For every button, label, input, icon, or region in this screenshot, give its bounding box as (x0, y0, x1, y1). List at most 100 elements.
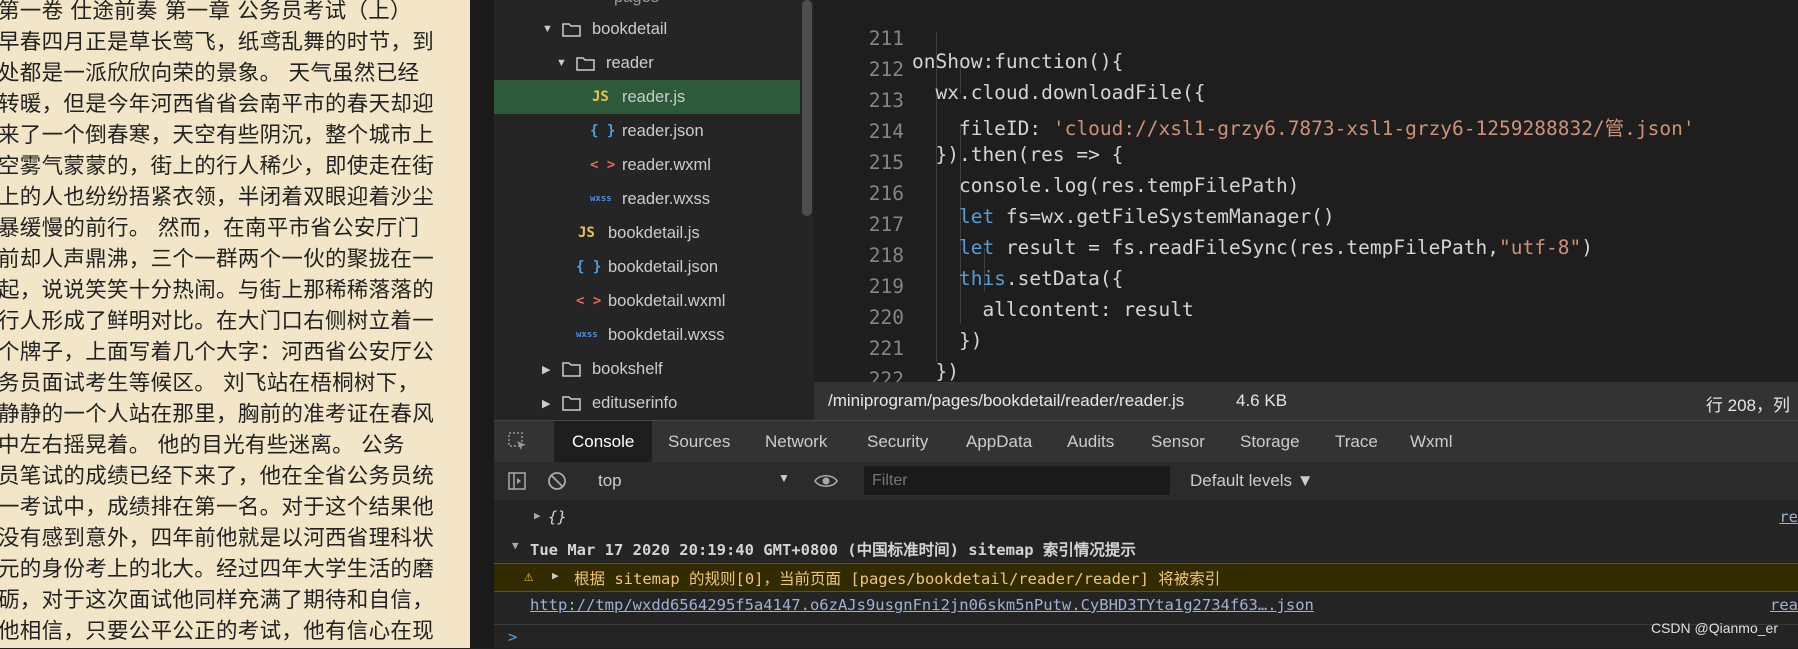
reader-text-line: 上的人也纷纷捂紧衣领，半闭着双眼迎着沙尘 (0, 185, 435, 210)
tab-sensor[interactable]: Sensor (1151, 421, 1205, 463)
console-toolbar: top ▼ Default levels ▼ (494, 462, 1798, 501)
panel-divider[interactable] (470, 0, 494, 648)
reader-text-line: 行人形成了鲜明对比。在大门口右侧树立着一 (0, 309, 435, 334)
console-source-link[interactable]: rea (1770, 596, 1798, 614)
tree-folder-edituserinfo[interactable]: ▶ edituserinfo (494, 386, 800, 420)
code-text: fileID: 'cloud://xsl1-grzy6.7873-xsl1-gr… (912, 112, 1695, 141)
tree-folder-reader[interactable]: ▼ reader (494, 46, 800, 80)
tab-audits[interactable]: Audits (1067, 421, 1114, 463)
tab-appdata[interactable]: AppData (966, 421, 1032, 463)
reader-text-line: 员笔试的成绩已经下来了，他在全省公务员统 (0, 464, 435, 489)
reader-text-line: 暴缓慢的前行。 然而，在南平市省公安厅门 (0, 216, 420, 241)
chevron-right-icon[interactable]: ▶ (542, 397, 550, 410)
code-token: ) (1581, 236, 1593, 259)
code-line: 211 onShow:function(){ (814, 4, 1124, 73)
tree-file-reader-wxml[interactable]: < > reader.wxml (494, 148, 800, 182)
clear-console-icon[interactable] (547, 471, 567, 491)
inspect-element-icon[interactable] (508, 432, 528, 452)
reader-text-line: 空雾气蒙蒙的，街上的行人稀少，即使走在街 (0, 154, 435, 179)
console-group-header[interactable]: ▼ Tue Mar 17 2020 20:19:40 GMT+0800 (中国标… (494, 536, 1798, 562)
code-line: 213 fileID: 'cloud://xsl1-grzy6.7873-xsl… (814, 66, 1695, 140)
tab-network[interactable]: Network (765, 421, 827, 463)
chevron-right-icon[interactable]: ▶ (534, 509, 541, 522)
console-url-link[interactable]: http://tmp/wxdd6564295f5a4147.o6zAJs9usg… (530, 596, 1314, 614)
code-line: 215 console.log(res.tempFilePath) (814, 128, 1300, 197)
reader-text-line: 砺，对于这次面试他同样充满了期待和自信， (0, 588, 435, 613)
console-output[interactable]: ▶ {} re ▼ Tue Mar 17 2020 20:19:40 GMT+0… (494, 500, 1798, 648)
code-text: }) (912, 360, 959, 382)
string-literal: "utf-8" (1499, 236, 1582, 259)
tree-file-bookdetail-js[interactable]: JS bookdetail.js (494, 216, 800, 250)
code-line: 217 let result = fs.readFileSync(res.tem… (814, 190, 1593, 259)
tree-item-label: reader.wxss (622, 189, 711, 208)
console-entry[interactable]: http://tmp/wxdd6564295f5a4147.o6zAJs9usg… (494, 594, 1798, 620)
code-text: console.log(res.tempFilePath) (912, 174, 1300, 197)
chevron-right-icon[interactable]: ▶ (552, 569, 559, 582)
tab-sources[interactable]: Sources (668, 421, 730, 463)
file-tree-scrollbar[interactable] (800, 0, 814, 420)
code-text: }).then(res => { (912, 143, 1124, 166)
tree-item-label: pages (614, 0, 659, 7)
filter-input[interactable] (864, 466, 1170, 495)
console-source-link[interactable]: re (1779, 508, 1798, 526)
tree-folder-bookshelf[interactable]: ▶ bookshelf (494, 352, 800, 386)
console-warning[interactable]: ⚠ ▶ 根据 sitemap 的规则[0]，当前页面 [pages/bookde… (494, 563, 1798, 592)
chevron-down-icon[interactable]: ▼ (542, 23, 553, 35)
console-prompt-row[interactable]: > (494, 624, 1798, 649)
chevron-right-icon[interactable]: ▶ (542, 363, 550, 376)
console-entry[interactable]: ▶ {} re (494, 506, 1798, 532)
warning-text: 根据 sitemap 的规则[0]，当前页面 [pages/bookdetail… (574, 570, 1221, 588)
folder-icon (562, 395, 581, 411)
sidebar-toggle-icon[interactable] (508, 472, 526, 490)
file-tree[interactable]: pages ▼ bookdetail ▼ reader JS reader.js… (494, 0, 800, 420)
tree-item-label: bookdetail.wxml (608, 291, 726, 310)
tree-file-bookdetail-wxml[interactable]: < > bookdetail.wxml (494, 284, 800, 318)
reader-text-line: 来了一个倒春寒，天空有些阴沉，整个城市上 (0, 123, 435, 148)
console-object[interactable]: {} (548, 508, 567, 526)
tab-storage[interactable]: Storage (1240, 421, 1300, 463)
watermark: CSDN @Qianmo_er (1650, 620, 1778, 636)
cursor-position[interactable]: 行 208，列 (1706, 391, 1790, 416)
reader-title-line: 第一卷 仕途前奏 第一章 公务员考试（上） (0, 0, 412, 24)
tab-console[interactable]: Console (554, 421, 653, 463)
keyword-token: this (912, 267, 1006, 290)
wxml-file-icon: < > (576, 293, 602, 309)
reader-panel[interactable]: 第一卷 仕途前奏 第一章 公务员考试（上） 早春四月正是草长莺飞，纸鸢乱舞的时节… (0, 0, 470, 648)
chevron-down-icon[interactable]: ▼ (556, 57, 567, 69)
reader-text-line: 处都是一派欣欣向荣的景象。 天气虽然已经 (0, 61, 420, 86)
code-token: result = fs.readFileSync(res.tempFilePat… (994, 236, 1500, 259)
reader-text-line: 早春四月正是草长莺飞，纸鸢乱舞的时节，到 (0, 30, 435, 55)
editor-status-bar: /miniprogram/pages/bookdetail/reader/rea… (814, 382, 1798, 420)
reader-text-line: 个牌子，上面写着几个大字：河西省公安厅公 (0, 340, 435, 365)
code-line: 221 }) (814, 314, 959, 382)
wxml-file-icon: < > (590, 157, 616, 173)
tab-trace[interactable]: Trace (1335, 421, 1378, 463)
tree-item-label: reader (606, 53, 654, 72)
tree-file-bookdetail-wxss[interactable]: wxss bookdetail.wxss (494, 318, 800, 352)
context-select[interactable]: top (598, 471, 622, 491)
reader-text-line: 转暖，但是今年河西省省会南平市的春天却迎 (0, 92, 435, 117)
tree-file-reader-wxss[interactable]: wxss reader.wxss (494, 182, 800, 216)
reader-text-line: 元的身份考上的北大。经过四年大学生活的磨 (0, 557, 435, 582)
tab-security[interactable]: Security (867, 421, 928, 463)
warning-icon: ⚠ (524, 567, 534, 585)
code-editor[interactable]: 211 onShow:function(){ 212 wx.cloud.down… (814, 0, 1798, 382)
console-prompt-icon: > (508, 628, 518, 646)
chevron-down-icon[interactable]: ▼ (778, 471, 790, 485)
tree-file-reader-js[interactable]: JS reader.js (494, 80, 800, 114)
default-levels-dropdown[interactable]: Default levels ▼ (1190, 471, 1314, 491)
tab-wxml[interactable]: Wxml (1410, 421, 1452, 463)
code-token: fileID: (912, 117, 1053, 140)
scrollbar-thumb[interactable] (802, 0, 812, 216)
reader-text-line: 务员面试考生等候区。 刘飞站在梧桐树下， (0, 371, 420, 396)
tree-item-label: reader.json (622, 121, 704, 140)
js-file-icon: JS (592, 89, 609, 105)
tree-item-label: reader.wxml (622, 155, 711, 174)
chevron-down-icon[interactable]: ▼ (512, 539, 519, 552)
tree-file-reader-json[interactable]: { } reader.json (494, 114, 800, 148)
eye-icon[interactable] (814, 472, 838, 490)
tree-folder-bookdetail[interactable]: ▼ bookdetail (494, 12, 800, 46)
tree-item-label: bookdetail (592, 19, 668, 38)
tree-file-bookdetail-json[interactable]: { } bookdetail.json (494, 250, 800, 284)
wxss-file-icon: wxss (576, 330, 598, 340)
